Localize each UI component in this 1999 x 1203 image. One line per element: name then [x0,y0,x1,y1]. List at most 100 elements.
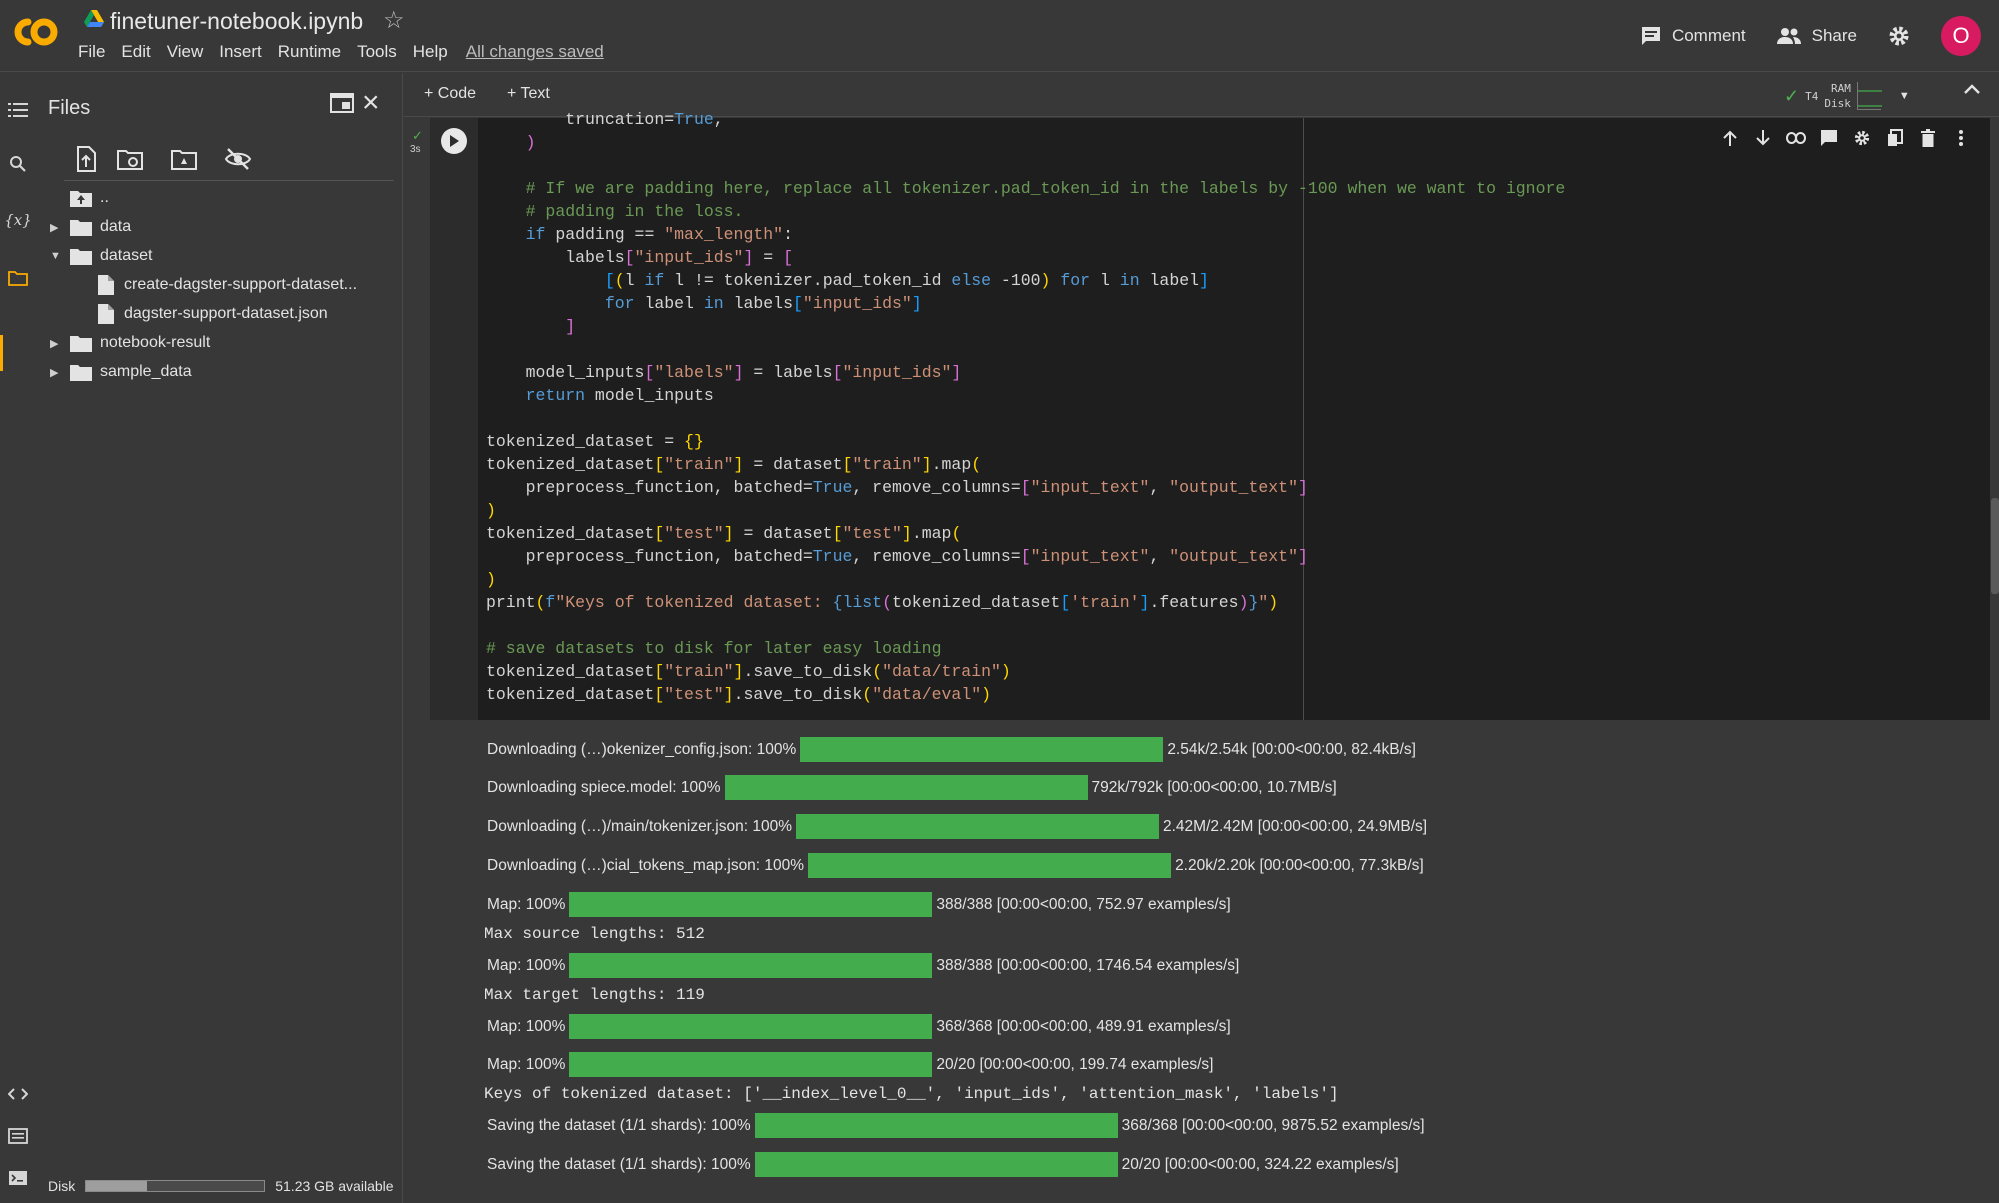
output-text-line: Max target lengths: 119 [484,986,705,1004]
comment-label: Comment [1671,26,1746,45]
tree-item-label: dagster-support-dataset.json [124,305,328,322]
progress-label: Map: 100% [487,1017,566,1035]
refresh-folder-icon[interactable] [116,145,144,173]
disk-usage: Disk 51.23 GB available [48,1178,394,1194]
more-options-icon[interactable] [1949,126,1972,149]
progress-bar [569,953,933,978]
tree-item-parent[interactable]: .. [70,185,109,211]
connected-check-icon: ✓ [1784,85,1800,106]
settings-gear-icon[interactable] [1887,24,1911,48]
resource-labels: RAM Disk [1824,81,1851,111]
hide-files-icon[interactable] [224,145,252,173]
tree-item-label: data [100,218,132,235]
progress-stats: 368/368 [00:00<00:00, 9875.52 examples/s… [1121,1116,1425,1134]
progress-row: Downloading (…)/main/tokenizer.json: 100… [487,814,1427,839]
code-snippets-icon[interactable] [5,1081,31,1107]
tree-item-create-script[interactable]: create-dagster-support-dataset... [98,272,357,298]
star-icon[interactable]: ☆ [383,6,405,35]
tree-item-data[interactable]: ▶ data [50,214,131,240]
save-status-link[interactable]: All changes saved [466,42,604,62]
progress-stats: 2.54k/2.54k [00:00<00:00, 82.4kB/s] [1167,740,1416,758]
folder-icon [70,248,92,265]
upload-file-icon[interactable] [72,145,100,173]
progress-stats: 20/20 [00:00<00:00, 324.22 examples/s] [1121,1155,1399,1173]
terminal-icon[interactable] [5,1165,31,1191]
progress-label: Downloading (…)cial_tokens_map.json: 100… [487,856,805,874]
menu-tools[interactable]: Tools [357,42,397,62]
link-icon[interactable] [1784,126,1807,149]
comment-icon[interactable] [1817,126,1840,149]
tree-item-sample-data[interactable]: ▶ sample_data [50,359,192,385]
run-cell-button[interactable] [441,128,467,154]
add-code-button[interactable]: + Code [424,85,476,103]
search-icon[interactable] [5,151,31,177]
output-text-line: Max source lengths: 512 [484,925,705,943]
share-button[interactable]: Share [1776,26,1857,46]
gpu-label: T4 [1805,89,1819,103]
progress-stats: 368/368 [00:00<00:00, 489.91 examples/s] [936,1017,1231,1035]
progress-bar [808,853,1172,878]
progress-row: Downloading spiece.model: 100% 792k/792k… [487,775,1337,800]
disk-available: 51.23 GB available [275,1178,394,1194]
cell-gutter [430,118,478,720]
progress-stats: 388/388 [00:00<00:00, 1746.54 examples/s… [936,956,1240,974]
add-text-button[interactable]: + Text [507,85,550,103]
folder-icon [70,219,92,236]
menu-runtime[interactable]: Runtime [278,42,341,62]
runtime-dropdown-icon[interactable]: ▼ [1899,90,1910,102]
move-up-icon[interactable] [1718,126,1741,149]
command-palette-icon[interactable] [5,1123,31,1149]
resource-graph [1856,82,1882,110]
runtime-status-button[interactable]: ✓ T4 RAM Disk ▼ [1784,81,1910,111]
folder-icon [70,364,92,381]
menu-view[interactable]: View [167,42,204,62]
tree-item-notebook-result[interactable]: ▶ notebook-result [50,330,210,356]
table-of-contents-icon[interactable] [5,97,31,123]
folder-icon [70,335,92,352]
scrollbar[interactable] [1991,498,1999,594]
variables-icon[interactable]: {x} [4,207,32,233]
file-icon [98,304,114,324]
caret-right-icon[interactable]: ▶ [50,221,64,234]
files-folder-icon[interactable] [5,265,31,291]
menu-file[interactable]: File [78,42,105,62]
ram-label: RAM [1830,82,1851,95]
comment-button[interactable]: Comment [1640,25,1746,47]
progress-stats: 2.20k/2.20k [00:00<00:00, 77.3kB/s] [1175,856,1424,874]
files-panel-title: Files [48,97,91,119]
play-icon [450,135,459,147]
tree-item-dataset-json[interactable]: dagster-support-dataset.json [98,301,328,327]
menu-edit[interactable]: Edit [121,42,150,62]
move-down-icon[interactable] [1751,126,1774,149]
mount-drive-icon[interactable] [170,145,198,173]
code-editor[interactable]: truncation=True, ) # If we are padding h… [486,108,1565,706]
menu-insert[interactable]: Insert [219,42,262,62]
mirror-cell-icon[interactable] [1883,126,1906,149]
progress-label: Map: 100% [487,895,566,913]
caret-right-icon[interactable]: ▶ [50,337,64,350]
progress-row: Map: 100% 388/388 [00:00<00:00, 752.97 e… [487,892,1231,917]
files-toolbar [64,139,394,181]
open-in-tab-icon[interactable] [330,93,354,113]
caret-right-icon[interactable]: ▶ [50,366,64,379]
user-avatar[interactable]: O [1941,16,1981,56]
comment-icon [1641,27,1660,45]
google-drive-icon [84,10,104,27]
disk-label: Disk [1824,97,1851,110]
menu-help[interactable]: Help [413,42,448,62]
execution-success-icon: ✓ [412,128,423,143]
disk-label: Disk [48,1178,76,1194]
progress-label: Downloading (…)okenizer_config.json: 100… [487,740,797,758]
tree-item-dataset[interactable]: ▼ dataset [50,243,152,269]
colab-logo[interactable] [10,16,60,48]
collapse-header-icon[interactable] [1963,83,1981,95]
cell-settings-gear-icon[interactable] [1850,126,1873,149]
people-icon [1776,28,1801,44]
caret-down-icon[interactable]: ▼ [50,250,64,262]
close-icon[interactable]: × [362,88,380,118]
progress-label: Saving the dataset (1/1 shards): 100% [487,1155,751,1173]
tree-item-label: notebook-result [100,334,211,351]
delete-icon[interactable] [1916,126,1939,149]
notebook-title[interactable]: finetuner-notebook.ipynb [110,8,363,35]
tree-item-label: sample_data [100,363,192,380]
